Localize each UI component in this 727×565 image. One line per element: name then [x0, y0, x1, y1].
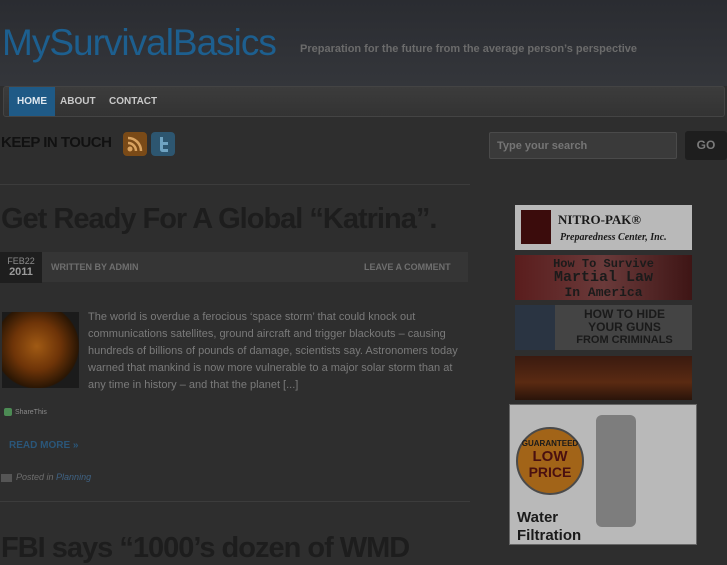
badge-line3: PRICE: [528, 464, 572, 480]
ad-water-line2: Filtration: [517, 527, 582, 544]
search-input[interactable]: [489, 132, 677, 159]
ad-guns-image: [515, 305, 555, 350]
ad-guns-line2: YOUR GUNS: [588, 320, 661, 334]
ad-nitro-sub: Preparedness Center, Inc.: [560, 232, 667, 243]
twitter-icon[interactable]: [151, 132, 175, 156]
next-post-title[interactable]: FBI says “1000’s dozen of WMD: [1, 532, 410, 565]
ad-martial-law[interactable]: How To Survive Martial Law In America: [515, 255, 692, 300]
badge-line2: LOW: [532, 448, 568, 465]
post-date: FEB22 2011: [0, 252, 42, 283]
ad-water-filtration[interactable]: GUARANTEED LOW PRICE Water Filtration: [509, 404, 697, 545]
ad-martial-line3: In America: [564, 285, 643, 300]
post-author[interactable]: WRITTEN BY ADMIN: [51, 262, 139, 272]
rss-icon[interactable]: [123, 132, 147, 156]
read-more-link[interactable]: READ MORE »: [9, 440, 78, 451]
post-title[interactable]: Get Ready For A Global “Katrina”.: [1, 203, 437, 236]
ad-hide-guns[interactable]: HOW TO HIDE YOUR GUNS FROM CRIMINALS: [515, 305, 692, 350]
site-tagline: Preparation for the future from the aver…: [300, 43, 638, 55]
search-go-button[interactable]: GO: [685, 131, 727, 160]
ad-nitro-pak[interactable]: NITRO-PAK® Preparedness Center, Inc.: [515, 205, 692, 250]
sharethis-button[interactable]: ShareThis: [4, 408, 47, 416]
divider: [0, 501, 470, 502]
posted-in-label: Posted in: [16, 472, 54, 482]
water-filter-image: [596, 415, 636, 527]
ad-desert-banner[interactable]: [515, 356, 692, 400]
guaranteed-low-price-badge: GUARANTEED LOW PRICE: [516, 427, 584, 495]
badge-line1: GUARANTEED: [521, 439, 579, 448]
nitro-pak-logo-icon: [521, 210, 551, 244]
post-thumbnail-sun[interactable]: [2, 312, 79, 388]
posted-in: Posted in Planning: [1, 472, 91, 482]
nav-item-contact[interactable]: CONTACT: [109, 87, 157, 116]
divider: [0, 184, 470, 185]
keep-in-touch-heading: KEEP IN TOUCH: [1, 134, 112, 151]
post-date-year: 2011: [9, 266, 33, 278]
main-nav: HOME ABOUT CONTACT: [3, 86, 725, 117]
site-logo[interactable]: MySurvivalBasics: [2, 22, 277, 64]
leave-comment-link[interactable]: LEAVE A COMMENT: [364, 262, 451, 272]
ad-martial-line2: Martial Law: [553, 269, 654, 286]
ad-nitro-brand: NITRO-PAK®: [558, 212, 642, 227]
ad-water-line1: Water: [517, 509, 559, 526]
ad-guns-line1: HOW TO HIDE: [583, 307, 666, 321]
nav-item-home[interactable]: HOME: [9, 87, 55, 116]
site-header: MySurvivalBasics Preparation for the fut…: [0, 0, 727, 86]
share-icon: [4, 408, 12, 416]
share-label: ShareThis: [15, 408, 47, 416]
ad-guns-line3: FROM CRIMINALS: [576, 334, 673, 346]
category-link[interactable]: Planning: [56, 472, 91, 482]
post-excerpt: The world is overdue a ferocious ‘space …: [88, 311, 458, 391]
nav-item-about[interactable]: ABOUT: [60, 87, 96, 116]
folder-icon: [1, 473, 12, 482]
